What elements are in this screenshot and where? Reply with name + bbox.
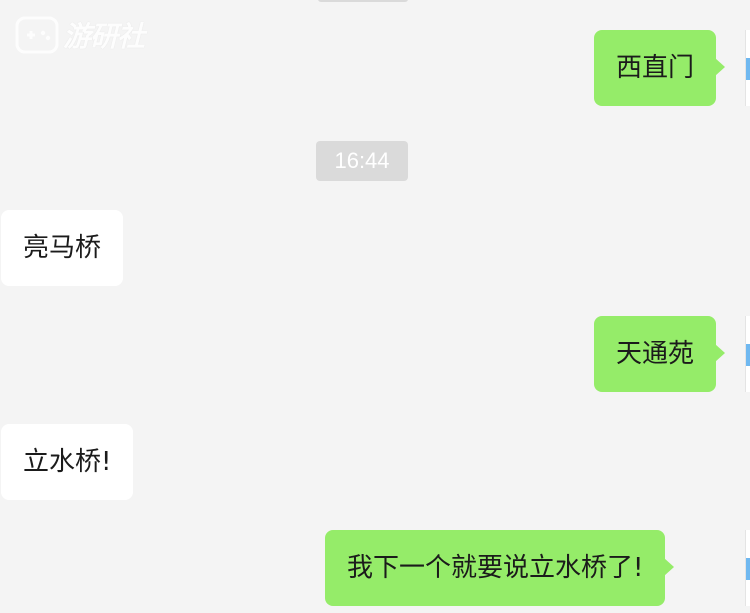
previous-timestamp-stub <box>318 0 408 2</box>
message-text: 亮马桥 <box>23 233 102 263</box>
message-bubble-incoming[interactable]: 立水桥! <box>1 424 134 500</box>
message-bubble-incoming[interactable]: 亮马桥 <box>1 210 124 286</box>
gamepad-logo-icon <box>15 16 59 54</box>
message-bubble-outgoing[interactable]: 西直门 <box>594 30 726 106</box>
watermark: 游研社 <box>15 14 145 56</box>
message-text: 我下一个就要说立水桥了! <box>347 553 644 583</box>
chat-timestamp: 16:44 <box>316 141 408 181</box>
avatar[interactable] <box>745 30 750 106</box>
message-bubble-outgoing[interactable]: 天通苑 <box>594 316 726 392</box>
avatar[interactable] <box>745 530 750 606</box>
message-text: 天通苑 <box>616 339 695 369</box>
watermark-text: 游研社 <box>63 20 145 53</box>
avatar[interactable] <box>745 316 750 392</box>
message-bubble-outgoing[interactable]: 我下一个就要说立水桥了! <box>325 530 675 606</box>
message-text: 西直门 <box>616 53 695 83</box>
message-text: 立水桥! <box>23 447 112 477</box>
